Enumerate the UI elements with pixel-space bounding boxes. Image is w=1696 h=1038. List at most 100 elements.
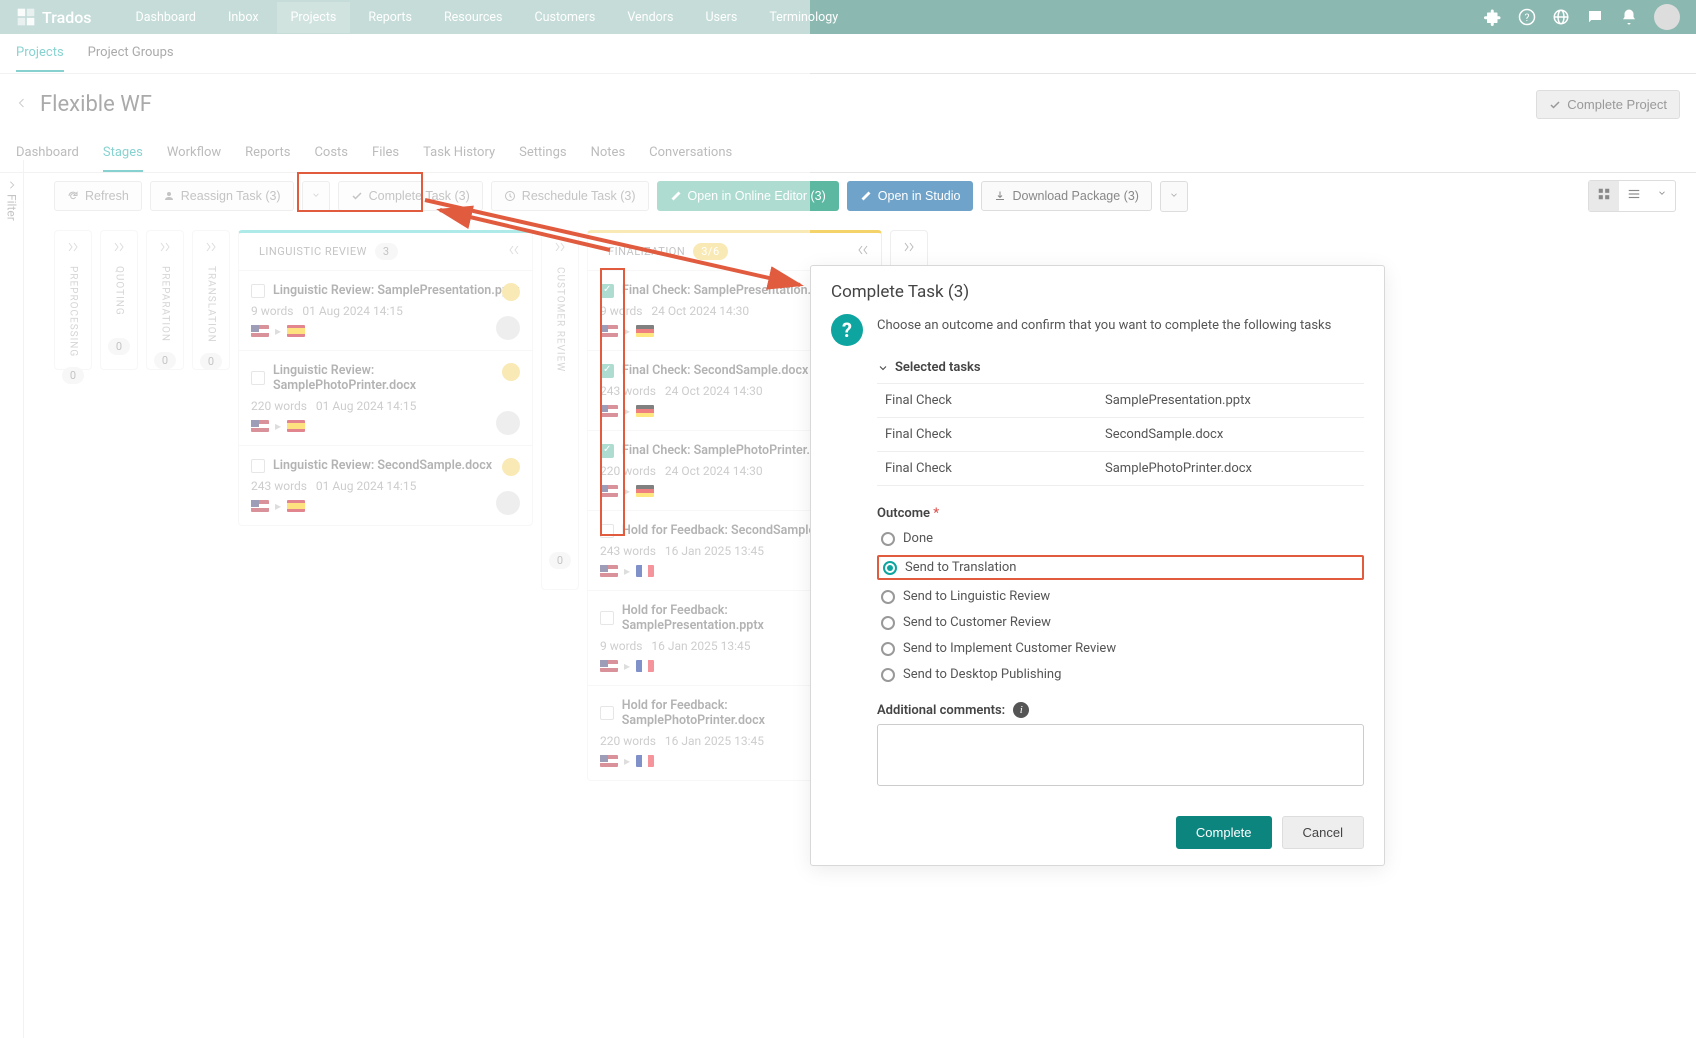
chevron-down-icon [877,362,889,374]
brand: Trados [16,7,92,27]
filter-rail[interactable]: Filter [0,160,24,1038]
task-checkbox[interactable] [600,611,614,625]
dialog-footer: Complete Cancel [811,804,1384,865]
open-online-editor-button[interactable]: Open in Online Editor (3) [657,181,839,211]
back-button[interactable] [16,97,28,113]
task-checkbox[interactable] [600,706,614,720]
task-meta: 220 words 01 Aug 2024 14:15 [251,399,520,413]
view-options-dropdown[interactable] [1649,181,1675,211]
task-checkbox[interactable] [600,524,614,538]
list-view-button[interactable] [1619,181,1649,211]
check-icon [351,190,363,202]
task-checkbox[interactable] [600,364,614,378]
subnav-item-projects[interactable]: Projects [16,35,64,72]
refresh-button[interactable]: Refresh [54,181,142,211]
topnav-items: DashboardInboxProjectsReportsResourcesCu… [122,2,1484,33]
topnav-item-vendors[interactable]: Vendors [613,2,687,33]
flag-de-icon [636,325,654,337]
topnav-item-resources[interactable]: Resources [430,2,517,33]
task-card[interactable]: Linguistic Review: SamplePhotoPrinter.do… [239,350,532,445]
column-name: CUSTOMER REVIEW [555,267,566,372]
task-checkbox[interactable] [251,371,265,385]
expand-icon [903,241,915,256]
topnav-item-customers[interactable]: Customers [520,2,609,33]
outcome-label: Send to Customer Review [903,615,1051,630]
reschedule-task-button[interactable]: Reschedule Task (3) [491,181,649,211]
outcome-option-send-to-desktop-publishing[interactable]: Send to Desktop Publishing [877,665,1364,684]
assignee-avatar[interactable] [496,491,520,515]
task-type: Final Check [885,427,1105,442]
linguistic-review-column: LINGUISTIC REVIEW 3 Linguistic Review: S… [238,230,533,526]
flag-fr-icon [636,660,654,672]
topnav-item-projects[interactable]: Projects [277,2,351,33]
dialog-complete-button[interactable]: Complete [1176,816,1272,849]
task-checkbox[interactable] [600,444,614,458]
task-checkbox[interactable] [251,459,265,473]
topnav-item-terminology[interactable]: Terminology [755,2,852,33]
outcome-radio-group: Done Send to Translation Send to Linguisti… [877,529,1364,684]
selected-tasks-toggle[interactable]: Selected tasks [877,360,1364,375]
stages-toolbar: Refresh Reassign Task (3) Complete Task … [54,180,1676,212]
assignee-avatar[interactable] [496,316,520,340]
outcome-option-send-to-linguistic-review[interactable]: Send to Linguistic Review [877,587,1364,606]
card-view-button[interactable] [1589,181,1619,211]
outcome-option-send-to-customer-review[interactable]: Send to Customer Review [877,613,1364,632]
sub-nav: Projects Project Groups [0,34,1696,74]
open-in-studio-button[interactable]: Open in Studio [847,181,974,211]
task-file: SecondSample.docx [1105,427,1223,442]
task-checkbox[interactable] [600,284,614,298]
customer-review-column-collapsed[interactable]: CUSTOMER REVIEW 0 [541,230,579,590]
puzzle-icon[interactable] [1484,8,1502,26]
outcome-label: Send to Linguistic Review [903,589,1050,604]
collapse-column-button[interactable] [857,244,869,259]
refresh-icon [67,190,79,202]
collapsed-column-translation[interactable]: TRANSLATION 0 [192,230,230,370]
reassign-dropdown[interactable] [302,181,330,212]
collapsed-column-quoting[interactable]: QUOTING 0 [100,230,138,370]
info-icon[interactable]: i [1013,702,1029,718]
user-avatar[interactable] [1654,4,1680,30]
globe-icon[interactable] [1552,8,1570,26]
column-count: 0 [62,367,84,384]
task-title: Linguistic Review: SecondSample.docx [273,458,492,473]
task-card[interactable]: Linguistic Review: SamplePresentation.pp… [239,270,532,350]
reassign-task-button[interactable]: Reassign Task (3) [150,181,294,211]
outcome-option-send-to-implement-customer-review[interactable]: Send to Implement Customer Review [877,639,1364,658]
flag-de-icon [636,485,654,497]
radio-icon [883,561,897,575]
complete-project-button[interactable]: Complete Project [1536,90,1680,119]
subnav-item-project-groups[interactable]: Project Groups [88,35,174,72]
topnav-item-inbox[interactable]: Inbox [214,2,273,33]
bell-icon[interactable] [1620,8,1638,26]
flag-us-icon [600,755,618,767]
radio-icon [881,616,895,630]
edit-icon [670,190,682,202]
flag-es-icon [287,325,305,337]
task-checkbox[interactable] [251,284,265,298]
flag-us-icon [600,485,618,497]
assignee-avatar[interactable] [496,411,520,435]
complete-task-button[interactable]: Complete Task (3) [338,181,483,211]
comments-textarea[interactable] [877,724,1364,786]
download-package-button[interactable]: Download Package (3) [981,181,1151,211]
dialog-cancel-button[interactable]: Cancel [1282,816,1364,849]
task-card[interactable]: Linguistic Review: SecondSample.docx 243… [239,445,532,525]
expand-icon [205,241,217,256]
flag-us-icon [251,500,269,512]
topnav-item-users[interactable]: Users [691,2,751,33]
download-dropdown[interactable] [1160,181,1188,212]
outcome-option-send-to-translation[interactable]: Send to Translation [877,555,1364,580]
edit-icon [860,190,872,202]
chevron-down-icon [1657,188,1667,198]
topnav-item-dashboard[interactable]: Dashboard [122,2,210,33]
task-title: Final Check: SamplePresentation.pptx [622,283,836,298]
chevron-down-icon [311,190,321,200]
collapse-column-button[interactable] [508,244,520,259]
collapsed-column-preprocessing[interactable]: PREPROCESSING 0 [54,230,92,370]
flag-us-icon [600,660,618,672]
chat-icon[interactable] [1586,8,1604,26]
collapsed-column-preparation[interactable]: PREPARATION 0 [146,230,184,370]
topnav-item-reports[interactable]: Reports [354,2,426,33]
outcome-option-done[interactable]: Done [877,529,1364,548]
help-icon[interactable]: ? [1518,8,1536,26]
